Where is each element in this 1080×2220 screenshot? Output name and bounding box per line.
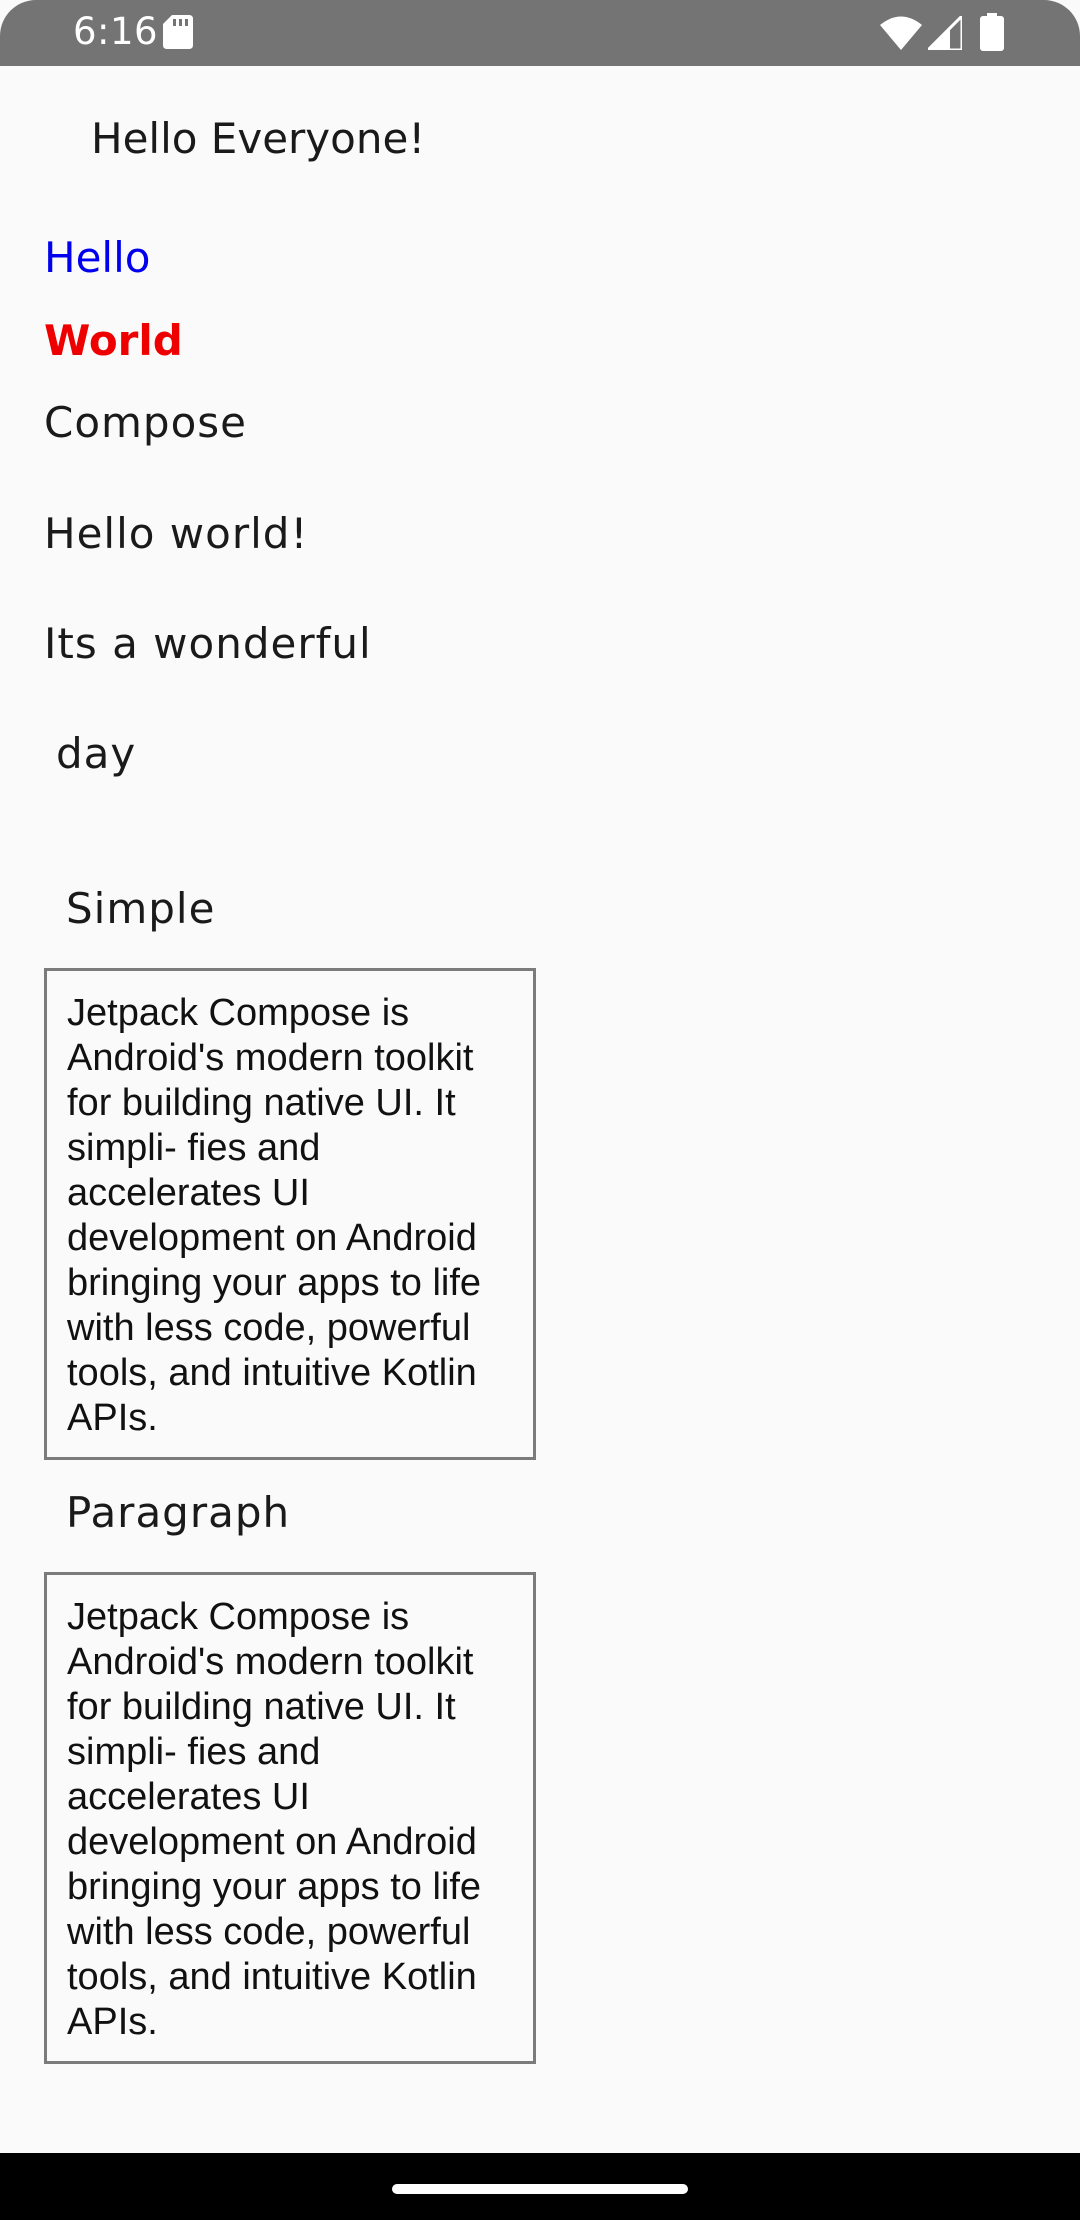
simple-text-box: Jetpack Compose is Android's modern tool… — [44, 968, 536, 1460]
status-time: 6:16 — [73, 10, 159, 53]
compose-text: Compose — [44, 398, 248, 447]
day-text: day — [56, 729, 137, 778]
battery-icon — [980, 13, 1004, 51]
wifi-icon — [880, 16, 922, 50]
hello-world-text: Hello world! — [44, 509, 309, 558]
world-text: World — [44, 316, 183, 365]
paragraph-heading: Paragraph — [66, 1488, 291, 1537]
sd-card-icon — [163, 15, 193, 49]
status-bar: 6:16 — [0, 0, 1080, 66]
navigation-bar — [0, 2153, 1080, 2220]
hello-text: Hello — [44, 233, 151, 282]
simple-heading: Simple — [66, 884, 216, 933]
paragraph-text-box: Jetpack Compose is Android's modern tool… — [44, 1572, 536, 2064]
home-gesture-handle[interactable] — [392, 2184, 688, 2194]
wonderful-text: Its a wonderful — [44, 619, 372, 668]
greeting-text: Hello Everyone! — [91, 114, 426, 163]
cell-signal-icon — [928, 16, 962, 50]
